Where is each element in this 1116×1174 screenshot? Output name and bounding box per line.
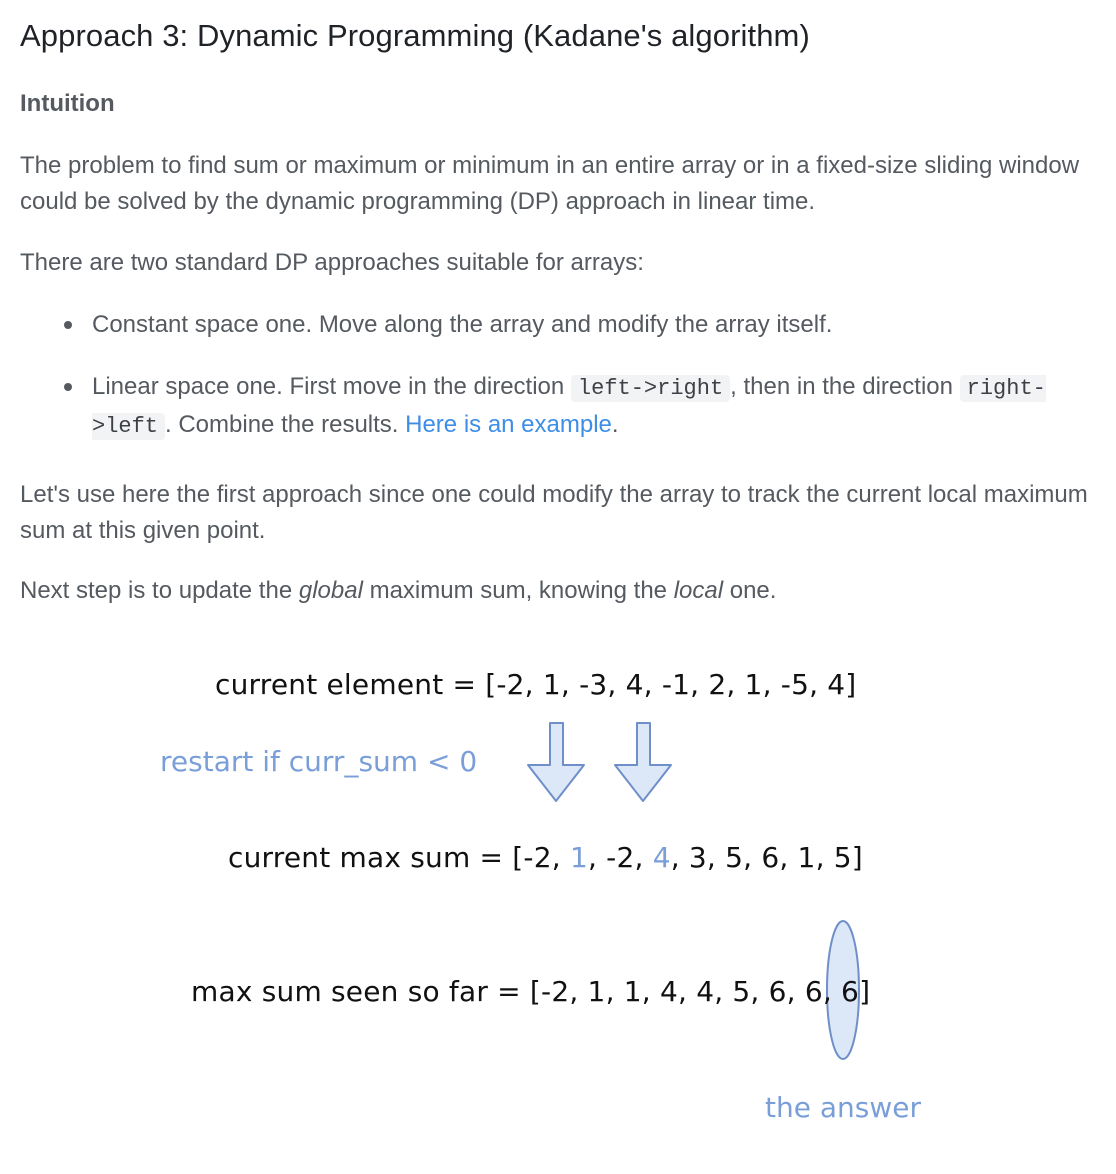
down-arrow-icon [527,722,585,802]
bullet-icon [64,321,72,329]
list-item: Constant space one. Move along the array… [20,307,1110,343]
page: Approach 3: Dynamic Programming (Kadane'… [0,0,1116,1174]
row-text: , 3, 5, 6, 1, 5] [670,841,863,874]
next-step-paragraph: Next step is to update the global maximu… [20,573,1100,609]
bullet-icon [64,383,72,391]
list-item: Linear space one. First move in the dire… [20,369,1110,445]
row-text: current max sum = [-2, [228,841,570,874]
approaches-paragraph: There are two standard DP approaches sui… [20,249,644,276]
example-link[interactable]: Here is an example [405,411,612,438]
approach-list: Constant space one. Move along the array… [20,307,1110,445]
bullet-text-part: Linear space one. First move in the dire… [92,373,565,400]
restart-value: 1 [569,841,588,874]
text-part: one. [729,577,777,604]
bullet-text-part: , then in the direction [730,373,953,400]
text-part: Next step is to update the [20,577,293,604]
row-text: , -2, [587,841,653,874]
emphasis-local: local [673,577,724,604]
first-approach-paragraph: Let's use here the first approach since … [20,481,1088,544]
bullet-text-part: . [611,411,619,438]
text-part: maximum sum, knowing the [369,577,668,604]
max-sum-seen-row: max sum seen so far = [-2, 1, 1, 4, 4, 5… [191,975,871,1008]
bullet-text-part: . Combine the results. [165,411,399,438]
answer-note: the answer [765,1091,921,1124]
current-max-sum-row: current max sum = [-2, 1, -2, 4, 3, 5, 6… [228,841,863,874]
restart-value: 4 [652,841,671,874]
page-title: Approach 3: Dynamic Programming (Kadane'… [20,18,810,53]
emphasis-global: global [298,577,363,604]
current-element-row: current element = [-2, 1, -3, 4, -1, 2, … [215,668,857,701]
code-left-right: left->right [570,375,731,402]
intro-paragraph: The problem to find sum or maximum or mi… [20,152,1080,215]
section-heading: Intuition [20,90,115,117]
down-arrow-icon [614,722,672,802]
bullet-text: Constant space one. Move along the array… [92,311,833,338]
restart-note: restart if curr_sum < 0 [160,745,478,778]
